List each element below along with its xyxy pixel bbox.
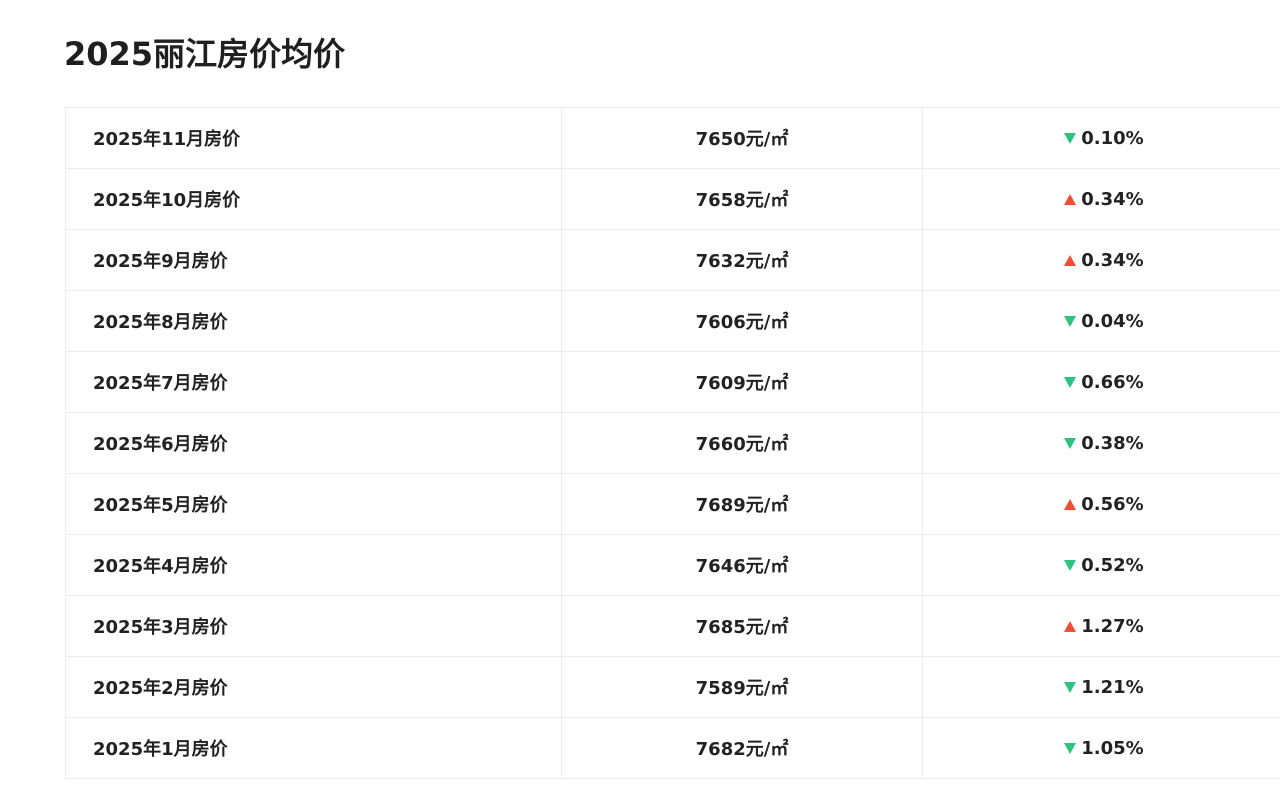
change-percent: 1.05%: [1081, 737, 1144, 759]
change-cell: 0.34%: [922, 168, 1280, 230]
page-title: 2025丽江房价均价: [64, 35, 346, 73]
change-percent: 0.34%: [1081, 188, 1144, 210]
month-cell: 2025年10月房价: [65, 168, 562, 230]
price-cell: 7589元/㎡: [561, 656, 923, 718]
table-row: 2025年2月房价 7589元/㎡ 1.21%: [65, 656, 1280, 718]
price-cell: 7660元/㎡: [561, 412, 923, 474]
table-row: 2025年8月房价 7606元/㎡ 0.04%: [65, 290, 1280, 352]
change-percent: 0.56%: [1081, 493, 1144, 515]
table-row: 2025年5月房价 7689元/㎡ 0.56%: [65, 473, 1280, 535]
change-cell: 1.21%: [922, 656, 1280, 718]
month-cell: 2025年7月房价: [65, 351, 562, 413]
change-percent: 1.27%: [1081, 615, 1144, 637]
price-cell: 7685元/㎡: [561, 595, 923, 657]
change-percent: 1.21%: [1081, 676, 1144, 698]
change-percent: 0.34%: [1081, 249, 1144, 271]
price-cell: 7650元/㎡: [561, 107, 923, 169]
change-indicator: 0.52%: [1062, 554, 1144, 576]
change-cell: 1.05%: [922, 717, 1280, 779]
arrow-down-icon: [1064, 681, 1077, 693]
price-table: 2025年11月房价 7650元/㎡ 0.10% 2025年10月房价 7658元/㎡ 0…: [65, 107, 1280, 779]
price-cell: 7658元/㎡: [561, 168, 923, 230]
table-row: 2025年9月房价 7632元/㎡ 0.34%: [65, 229, 1280, 291]
table-row: 2025年3月房价 7685元/㎡ 1.27%: [65, 595, 1280, 657]
change-indicator: 1.05%: [1062, 737, 1144, 759]
change-indicator: 0.04%: [1062, 310, 1144, 332]
price-cell: 7682元/㎡: [561, 717, 923, 779]
change-cell: 0.66%: [922, 351, 1280, 413]
arrow-down-icon: [1064, 559, 1077, 571]
arrow-up-icon: [1064, 498, 1077, 510]
price-cell: 7632元/㎡: [561, 229, 923, 291]
change-cell: 0.34%: [922, 229, 1280, 291]
arrow-down-icon: [1064, 742, 1077, 754]
price-cell: 7606元/㎡: [561, 290, 923, 352]
month-cell: 2025年2月房价: [65, 656, 562, 718]
change-cell: 0.10%: [922, 107, 1280, 169]
change-indicator: 1.21%: [1062, 676, 1144, 698]
change-indicator: 0.38%: [1062, 432, 1144, 454]
table-row: 2025年10月房价 7658元/㎡ 0.34%: [65, 168, 1280, 230]
change-percent: 0.52%: [1081, 554, 1144, 576]
change-cell: 0.56%: [922, 473, 1280, 535]
price-cell: 7689元/㎡: [561, 473, 923, 535]
arrow-up-icon: [1064, 193, 1077, 205]
change-cell: 0.04%: [922, 290, 1280, 352]
table-row: 2025年11月房价 7650元/㎡ 0.10%: [65, 107, 1280, 169]
change-indicator: 0.56%: [1062, 493, 1144, 515]
change-indicator: 0.10%: [1062, 127, 1144, 149]
month-cell: 2025年11月房价: [65, 107, 562, 169]
change-percent: 0.04%: [1081, 310, 1144, 332]
table-row: 2025年1月房价 7682元/㎡ 1.05%: [65, 717, 1280, 779]
arrow-up-icon: [1064, 620, 1077, 632]
price-table-body: 2025年11月房价 7650元/㎡ 0.10% 2025年10月房价 7658元/㎡ 0…: [65, 107, 1280, 779]
price-cell: 7609元/㎡: [561, 351, 923, 413]
arrow-down-icon: [1064, 132, 1077, 144]
change-indicator: 0.66%: [1062, 371, 1144, 393]
month-cell: 2025年3月房价: [65, 595, 562, 657]
table-row: 2025年4月房价 7646元/㎡ 0.52%: [65, 534, 1280, 596]
price-cell: 7646元/㎡: [561, 534, 923, 596]
month-cell: 2025年1月房价: [65, 717, 562, 779]
change-cell: 0.38%: [922, 412, 1280, 474]
arrow-down-icon: [1064, 437, 1077, 449]
change-cell: 0.52%: [922, 534, 1280, 596]
change-indicator: 0.34%: [1062, 188, 1144, 210]
change-percent: 0.10%: [1081, 127, 1144, 149]
month-cell: 2025年4月房价: [65, 534, 562, 596]
arrow-down-icon: [1064, 376, 1077, 388]
month-cell: 2025年9月房价: [65, 229, 562, 291]
month-cell: 2025年5月房价: [65, 473, 562, 535]
table-row: 2025年6月房价 7660元/㎡ 0.38%: [65, 412, 1280, 474]
arrow-down-icon: [1064, 315, 1077, 327]
change-percent: 0.66%: [1081, 371, 1144, 393]
month-cell: 2025年6月房价: [65, 412, 562, 474]
arrow-up-icon: [1064, 254, 1077, 266]
change-indicator: 1.27%: [1062, 615, 1144, 637]
change-cell: 1.27%: [922, 595, 1280, 657]
change-percent: 0.38%: [1081, 432, 1144, 454]
table-row: 2025年7月房价 7609元/㎡ 0.66%: [65, 351, 1280, 413]
month-cell: 2025年8月房价: [65, 290, 562, 352]
change-indicator: 0.34%: [1062, 249, 1144, 271]
